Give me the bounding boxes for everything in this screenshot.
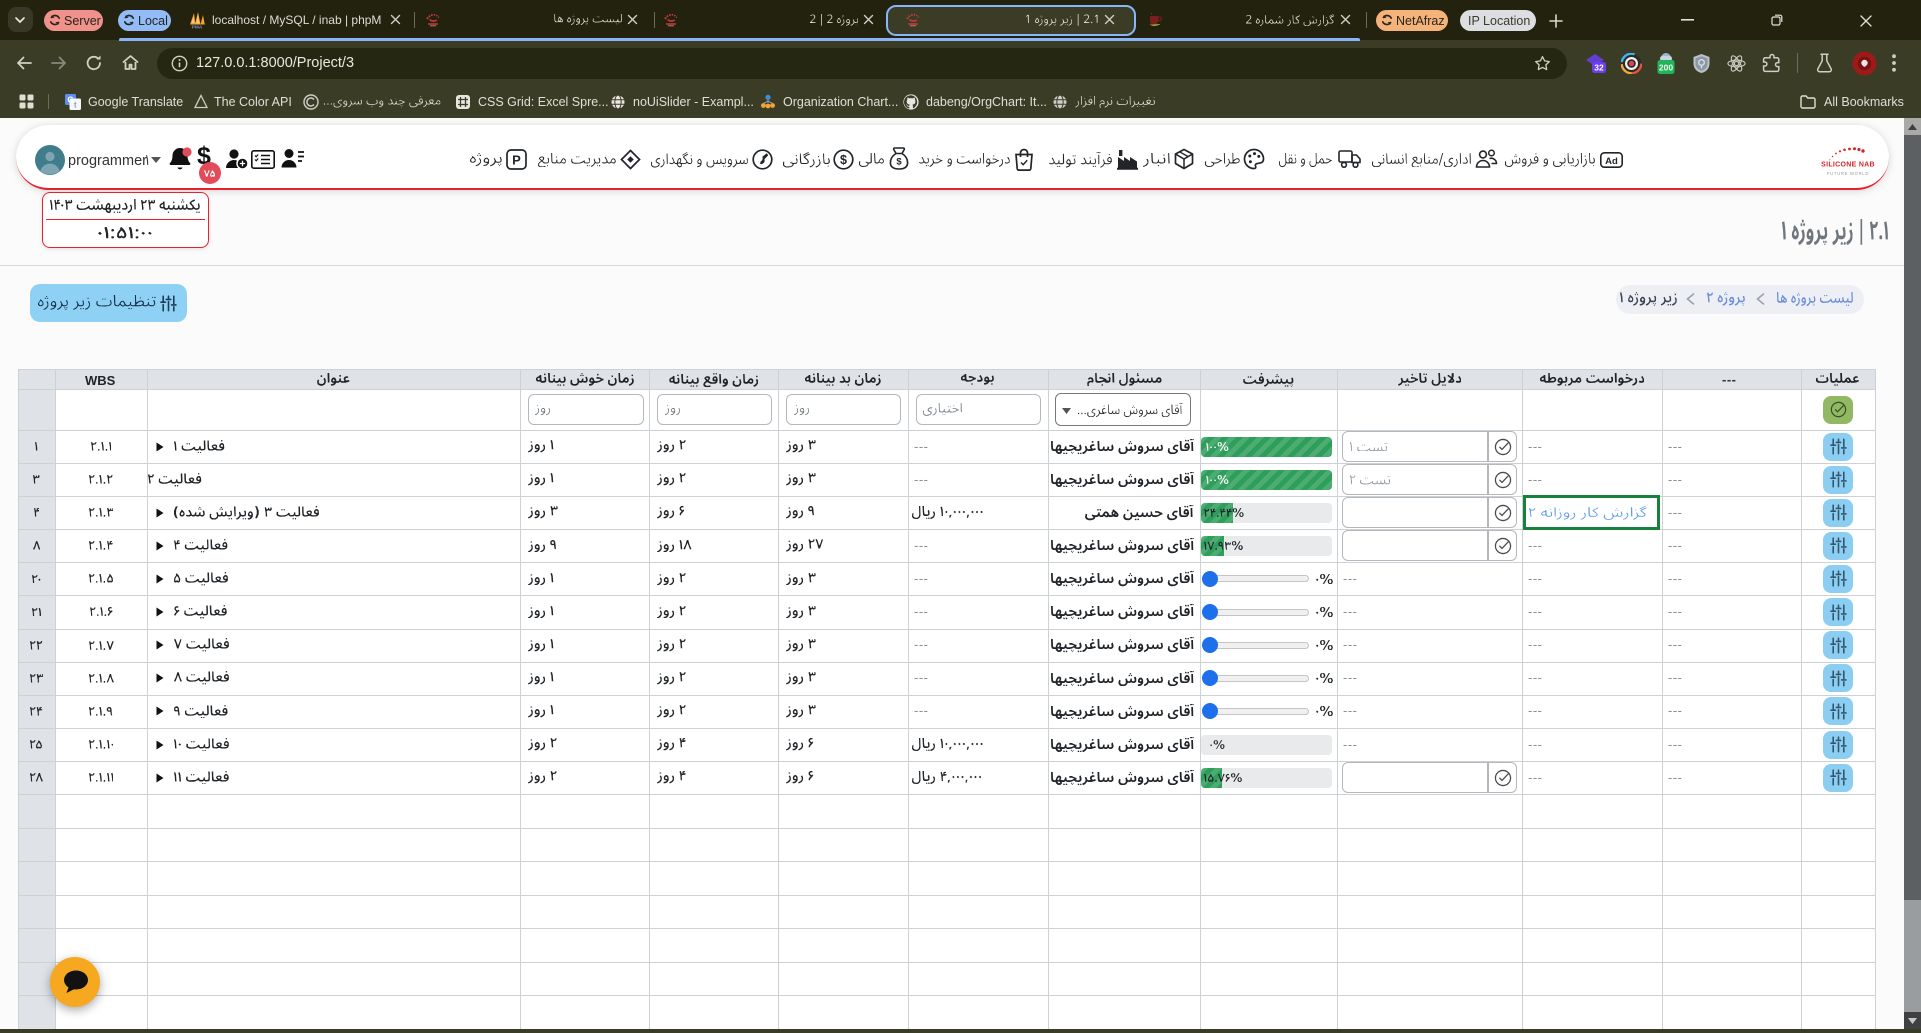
svg-text:P: P: [512, 152, 521, 167]
svg-text:G: G: [67, 96, 73, 105]
svg-text:FUTURE WORLD: FUTURE WORLD: [1827, 171, 1869, 176]
svg-text:200: 200: [1659, 63, 1673, 73]
svg-text:PMA: PMA: [192, 24, 203, 29]
svg-text:Ad: Ad: [1605, 156, 1618, 167]
svg-text:SILICONE NAB: SILICONE NAB: [1821, 162, 1875, 169]
svg-text:$: $: [896, 157, 902, 168]
svg-text:$: $: [840, 153, 847, 167]
svg-text:32: 32: [1594, 63, 1604, 73]
